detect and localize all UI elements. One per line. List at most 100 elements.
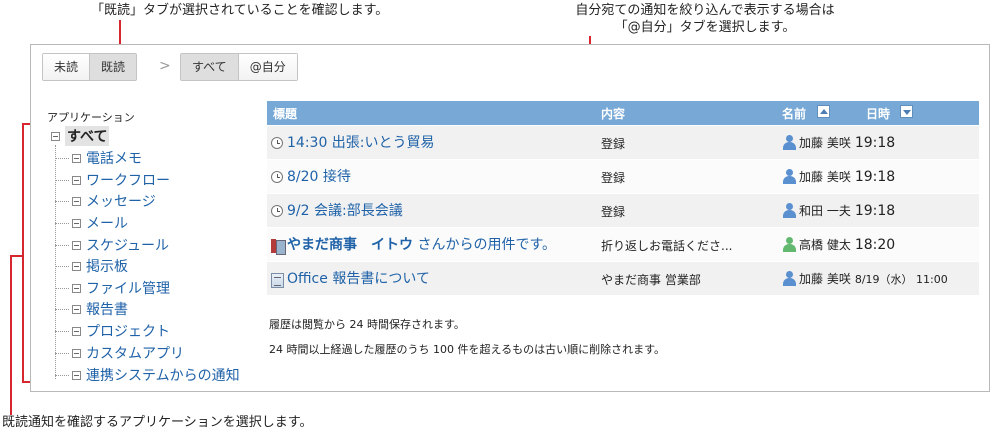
row-title-link[interactable]: Office 報告書について bbox=[287, 268, 430, 288]
row-title-link[interactable]: 8/20 接待 bbox=[287, 166, 351, 186]
header-datetime[interactable]: 日時 bbox=[866, 105, 890, 122]
callout-line-app-bracket bbox=[22, 123, 24, 382]
row-content: 登録 bbox=[601, 205, 626, 219]
user-icon bbox=[783, 169, 796, 184]
sidebar-item-label[interactable]: 掲示板 bbox=[86, 256, 128, 276]
tree-node-icon bbox=[72, 153, 81, 163]
user-name[interactable]: 加藤 美咲 bbox=[799, 168, 851, 185]
row-content: 登録 bbox=[601, 137, 626, 151]
sidebar-item-label[interactable]: 報告書 bbox=[86, 299, 128, 319]
collapse-icon[interactable] bbox=[51, 131, 60, 141]
sidebar-item-label[interactable]: 連携システムからの通知 bbox=[86, 365, 240, 385]
tree-node-icon bbox=[72, 175, 81, 185]
table-row: 8/20 接待 登録 加藤 美咲 19:18 bbox=[267, 160, 979, 193]
tab-all[interactable]: すべて bbox=[181, 54, 238, 80]
tree-node-icon bbox=[72, 261, 81, 271]
sidebar-title: アプリケーション bbox=[47, 111, 135, 124]
tree-node-icon bbox=[72, 326, 81, 336]
sidebar-item-label[interactable]: カスタムアプリ bbox=[86, 343, 184, 363]
row-time: 19:18 bbox=[854, 168, 896, 185]
row-user: 加藤 美咲 19:18 bbox=[783, 168, 895, 185]
sidebar-item-file-management[interactable]: ファイル管理 bbox=[55, 278, 170, 298]
sidebar-item-label[interactable]: プロジェクト bbox=[86, 321, 170, 341]
tab-unread[interactable]: 未読 bbox=[43, 54, 90, 80]
sort-up-icon[interactable] bbox=[817, 105, 830, 118]
clock-icon bbox=[271, 171, 283, 183]
user-icon bbox=[783, 271, 796, 286]
table-row: 14:30 出張:いとう貿易 登録 加藤 美咲 19:18 bbox=[267, 126, 979, 159]
tree-node-icon bbox=[72, 283, 81, 293]
notification-table: 標題 内容 名前 日時 14:30 出張:いとう貿易 登録 加藤 美咲 19:18… bbox=[267, 101, 979, 295]
row-user: 加藤 美咲 19:18 bbox=[783, 134, 895, 151]
status-tabs: 未読 既読 bbox=[42, 53, 138, 81]
sort-down-icon[interactable] bbox=[900, 105, 913, 118]
user-icon bbox=[783, 203, 796, 218]
sidebar-item-label[interactable]: ファイル管理 bbox=[86, 278, 170, 298]
callout-self-tab-line1: 自分宛ての通知を絞り込んで表示する場合は bbox=[575, 3, 835, 18]
row-content: 折り返しお電話くださ... bbox=[601, 239, 733, 253]
sidebar-item-report[interactable]: 報告書 bbox=[55, 299, 128, 319]
sidebar-item-label[interactable]: メール bbox=[86, 213, 128, 233]
tree-node-icon bbox=[72, 218, 81, 228]
sidebar-item-phone-memo[interactable]: 電話メモ bbox=[55, 148, 142, 168]
row-user: 和田 一夫 19:18 bbox=[783, 202, 895, 219]
tree-root-all[interactable]: すべて bbox=[51, 125, 110, 147]
row-content: 登録 bbox=[601, 171, 626, 185]
sidebar-item-label[interactable]: 電話メモ bbox=[86, 148, 142, 168]
user-icon bbox=[783, 135, 796, 150]
callout-line-app-vertical bbox=[10, 255, 12, 415]
table-body: 14:30 出張:いとう貿易 登録 加藤 美咲 19:18 8/20 接待 登録 … bbox=[267, 126, 979, 295]
clock-icon bbox=[271, 137, 283, 149]
sidebar-item-label[interactable]: ワークフロー bbox=[86, 170, 170, 190]
row-content: やまだ商事 営業部 bbox=[601, 273, 701, 287]
callout-self-tab-line2: 「@自分」タブを選択します。 bbox=[614, 20, 796, 35]
row-title-link[interactable]: 9/2 会議:部長会議 bbox=[287, 200, 403, 220]
sidebar-item-message[interactable]: メッセージ bbox=[55, 191, 156, 211]
sidebar-item-mail[interactable]: メール bbox=[55, 213, 128, 233]
scope-tabs: すべて @自分 bbox=[180, 53, 298, 81]
callout-app-select: 既読通知を確認するアプリケーションを選択します。 bbox=[2, 415, 313, 430]
table-header: 標題 内容 名前 日時 bbox=[267, 101, 979, 125]
user-icon bbox=[783, 237, 796, 252]
header-name[interactable]: 名前 bbox=[782, 105, 806, 122]
sidebar-item-custom-app[interactable]: カスタムアプリ bbox=[55, 343, 184, 363]
report-icon bbox=[271, 273, 284, 288]
table-row: Office 報告書について やまだ商事 営業部 加藤 美咲 8/19（水） 11… bbox=[267, 262, 979, 295]
notification-panel: 未読 既読 > すべて @自分 アプリケーション すべて 電話メモ ワークフロー… bbox=[30, 44, 990, 392]
row-time: 18:20 bbox=[854, 236, 896, 253]
sidebar-item-label[interactable]: メッセージ bbox=[86, 191, 156, 211]
sidebar-item-linked-system[interactable]: 連携システムからの通知 bbox=[55, 365, 240, 385]
row-time: 8/19（水） 11:00 bbox=[854, 272, 948, 286]
table-row: 9/2 会議:部長会議 登録 和田 一夫 19:18 bbox=[267, 194, 979, 227]
callout-self-tab: 自分宛ての通知を絞り込んで表示する場合は 「@自分」タブを選択します。 bbox=[560, 2, 850, 36]
tree-node-icon bbox=[72, 304, 81, 314]
row-title-link[interactable]: 14:30 出張:いとう貿易 bbox=[287, 132, 435, 152]
retention-note: 履歴は閲覧から 24 時間保存されます。 bbox=[269, 318, 465, 331]
sidebar-item-bulletin[interactable]: 掲示板 bbox=[55, 256, 128, 276]
separator-chevron-icon: > bbox=[159, 58, 171, 74]
user-name[interactable]: 和田 一夫 bbox=[799, 202, 851, 219]
row-user: 高橋 健太 18:20 bbox=[783, 236, 895, 253]
tab-read[interactable]: 既読 bbox=[89, 54, 137, 80]
header-content: 内容 bbox=[601, 107, 626, 121]
table-row: やまだ商事 イトウ さんからの用件です。 折り返しお電話くださ... 高橋 健太… bbox=[267, 228, 979, 261]
tree-node-icon bbox=[72, 196, 81, 206]
tree-root-label: すべて bbox=[65, 126, 110, 146]
user-name[interactable]: 加藤 美咲 bbox=[799, 270, 851, 287]
sidebar-item-project[interactable]: プロジェクト bbox=[55, 321, 170, 341]
deletion-note: 24 時間以上経過した履歴のうち 100 件を超えるものは古い順に削除されます。 bbox=[269, 343, 666, 356]
sidebar-item-label[interactable]: スケジュール bbox=[86, 235, 169, 255]
tree-node-icon bbox=[72, 370, 81, 380]
row-title-link[interactable]: やまだ商事 イトウ さんからの用件です。 bbox=[287, 234, 556, 254]
sidebar-item-workflow[interactable]: ワークフロー bbox=[55, 170, 170, 190]
row-time: 19:18 bbox=[854, 134, 896, 151]
user-name[interactable]: 加藤 美咲 bbox=[799, 134, 851, 151]
tab-self[interactable]: @自分 bbox=[237, 54, 297, 80]
user-name[interactable]: 高橋 健太 bbox=[799, 236, 851, 253]
row-title-rest[interactable]: さんからの用件です。 bbox=[413, 237, 556, 253]
tree-node-icon bbox=[72, 348, 81, 358]
row-title-bold[interactable]: やまだ商事 イトウ bbox=[287, 237, 413, 253]
phone-memo-icon bbox=[271, 239, 286, 255]
tree-node-icon bbox=[72, 240, 81, 250]
sidebar-item-schedule[interactable]: スケジュール bbox=[55, 235, 169, 255]
